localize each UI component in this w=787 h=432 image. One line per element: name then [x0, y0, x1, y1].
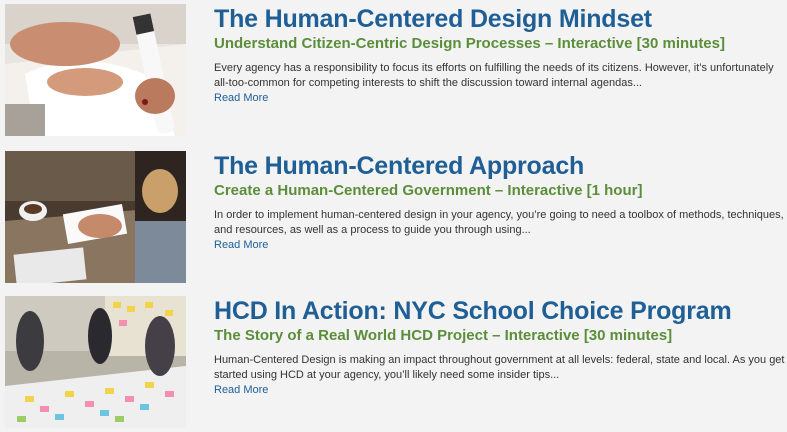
article-subtitle: Create a Human-Centered Government – Int…: [214, 182, 643, 199]
list-item: The Human-Centered Design Mindset Unders…: [0, 4, 787, 136]
read-more-link[interactable]: Read More: [214, 383, 785, 398]
article-subtitle: Understand Citizen-Centric Design Proces…: [214, 35, 725, 52]
article-content: The Human-Centered Design Mindset Unders…: [214, 4, 785, 106]
article-thumbnail[interactable]: [5, 296, 186, 428]
article-list: The Human-Centered Design Mindset Unders…: [0, 0, 787, 432]
list-item: The Human-Centered Approach Create a Hum…: [0, 151, 787, 283]
article-description: Human-Centered Design is making an impac…: [214, 354, 785, 381]
article-title[interactable]: The Human-Centered Approach: [214, 151, 785, 181]
article-content: The Human-Centered Approach Create a Hum…: [214, 151, 785, 253]
article-description: In order to implement human-centered des…: [214, 209, 784, 236]
article-title[interactable]: HCD In Action: NYC School Choice Program: [214, 296, 785, 326]
article-content: HCD In Action: NYC School Choice Program…: [214, 296, 785, 398]
article-title[interactable]: The Human-Centered Design Mindset: [214, 4, 785, 34]
sticky-notes-workshop-image: [5, 296, 186, 428]
article-description: Every agency has a responsibility to foc…: [214, 62, 774, 89]
writing-hands-image: [5, 4, 186, 136]
article-thumbnail[interactable]: [5, 4, 186, 136]
list-item: HCD In Action: NYC School Choice Program…: [0, 296, 787, 428]
article-subtitle: The Story of a Real World HCD Project – …: [214, 327, 673, 344]
article-thumbnail[interactable]: [5, 151, 186, 283]
meeting-table-image: [5, 151, 186, 283]
read-more-link[interactable]: Read More: [214, 91, 785, 106]
read-more-link[interactable]: Read More: [214, 238, 785, 253]
